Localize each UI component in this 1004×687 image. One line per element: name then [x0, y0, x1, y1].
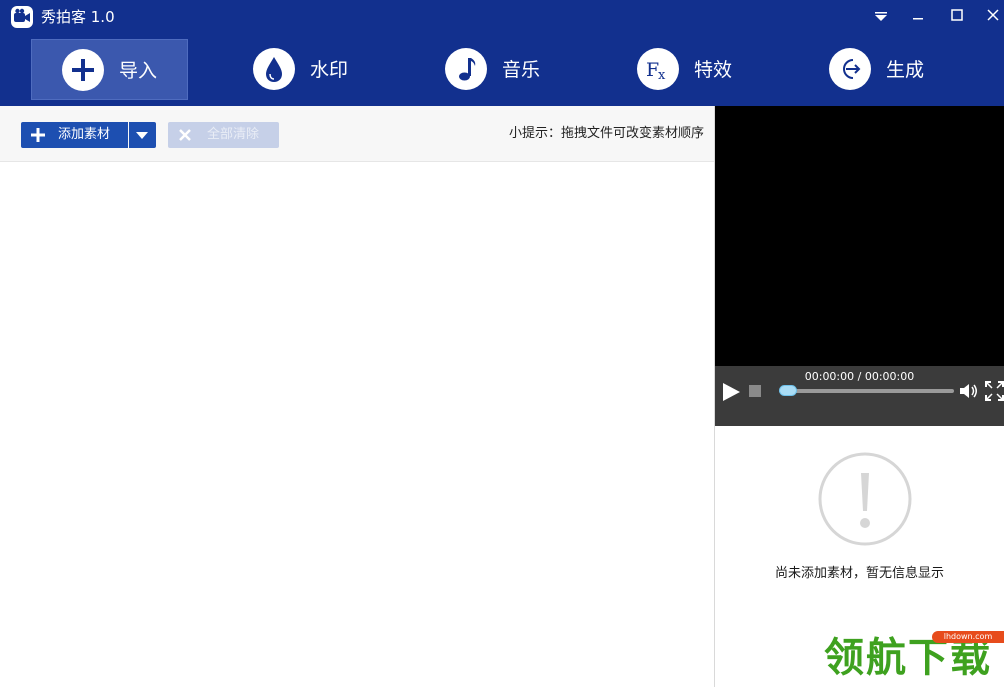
player-controls: 00:00:00 / 00:00:00	[715, 366, 1004, 426]
svg-text:x: x	[658, 68, 666, 83]
play-icon[interactable]	[720, 381, 742, 403]
droplet-icon	[253, 48, 295, 90]
nav-generate-label: 生成	[886, 59, 925, 81]
watermark-url: lhdown.com	[932, 631, 1004, 643]
maximize-icon[interactable]	[944, 5, 970, 27]
clear-all-label: 全部清除	[207, 127, 260, 142]
nav-effects[interactable]: F x 特效	[607, 39, 764, 100]
stop-icon[interactable]	[749, 385, 761, 397]
nav-effects-label: 特效	[694, 59, 733, 81]
add-material-label: 添加素材	[58, 127, 111, 142]
camera-logo-icon	[11, 6, 33, 28]
x-icon	[179, 129, 191, 141]
nav-import[interactable]: 导入	[31, 39, 188, 100]
nav-music[interactable]: 音乐	[415, 39, 572, 100]
export-arrow-icon	[829, 48, 871, 90]
volume-icon[interactable]	[959, 382, 979, 400]
fullscreen-icon[interactable]	[985, 381, 1004, 401]
material-list[interactable]	[0, 162, 714, 687]
app-title: 秀拍客 1.0	[41, 8, 115, 26]
minimize-icon[interactable]	[905, 5, 931, 27]
video-preview[interactable]	[715, 106, 1004, 366]
material-toolbar: 添加素材 全部清除 小提示：拖拽文件可改变素材顺序	[0, 106, 714, 162]
chevron-down-icon	[136, 132, 148, 139]
close-icon[interactable]	[980, 5, 1004, 27]
nav-import-label: 导入	[119, 60, 158, 82]
nav-generate[interactable]: 生成	[799, 39, 956, 100]
title-bar: 秀拍客 1.0	[0, 0, 1004, 34]
nav-watermark-label: 水印	[310, 59, 349, 81]
app-window: 秀拍客 1.0 导入 水印 音乐 F x 特效 生成 添加素材 全部清除 小提示…	[0, 0, 1004, 687]
add-material-dropdown[interactable]	[129, 122, 156, 148]
drag-hint: 小提示：拖拽文件可改变素材顺序	[508, 126, 704, 141]
plus-icon	[31, 128, 45, 142]
exclamation-circle-icon	[817, 451, 913, 547]
clear-all-button[interactable]: 全部清除	[168, 122, 279, 148]
fx-icon: F x	[637, 48, 679, 90]
header: 秀拍客 1.0 导入 水印 音乐 F x 特效 生成	[0, 0, 1004, 106]
site-watermark: 领航下载 lhdown.com	[824, 628, 1004, 687]
progress-handle[interactable]	[779, 385, 797, 396]
add-material-button[interactable]: 添加素材	[21, 122, 128, 148]
nav-music-label: 音乐	[502, 59, 541, 81]
empty-info-message: 尚未添加素材，暂无信息显示	[774, 566, 944, 581]
progress-bar[interactable]	[779, 389, 954, 393]
music-note-icon	[445, 48, 487, 90]
nav-watermark[interactable]: 水印	[223, 39, 380, 100]
plus-icon	[62, 49, 104, 91]
menu-dropdown-icon[interactable]	[868, 5, 894, 27]
